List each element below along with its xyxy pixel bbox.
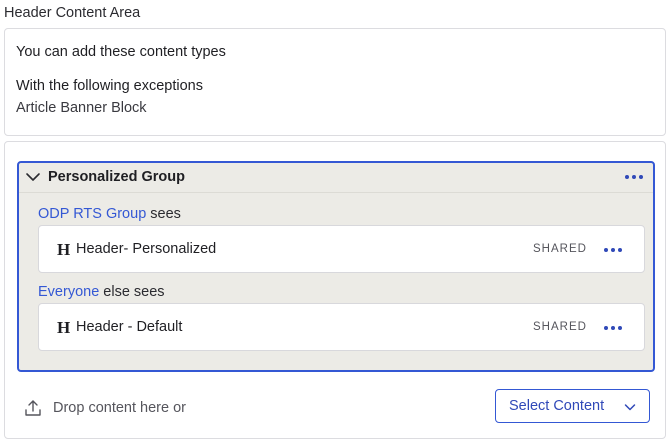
personalized-group[interactable]: Personalized Group ODP RTS Group sees H … [17, 161, 655, 372]
personalized-group-header[interactable]: Personalized Group [19, 163, 653, 193]
drop-zone-text: Drop content here or [53, 400, 186, 416]
block-name: Header - Default [76, 319, 183, 335]
content-type-info-card: You can add these content types With the… [4, 28, 666, 136]
header-block-icon: H [57, 318, 71, 337]
audience-link[interactable]: ODP RTS Group [38, 206, 146, 222]
chevron-down-icon [624, 404, 636, 411]
chevron-down-icon[interactable] [25, 169, 41, 185]
block-more-options-icon[interactable] [604, 326, 622, 330]
drop-zone[interactable]: Drop content here or [23, 396, 186, 420]
audience-rule: ODP RTS Group sees [38, 206, 181, 222]
audience-suffix: else sees [99, 284, 165, 300]
content-area-body: Personalized Group ODP RTS Group sees H … [4, 141, 666, 439]
block-name: Header- Personalized [76, 241, 217, 257]
block-more-options-icon[interactable] [604, 248, 622, 252]
header-block-icon: H [57, 240, 71, 259]
select-content-button[interactable]: Select Content [495, 389, 650, 423]
exception-item: Article Banner Block [16, 100, 147, 116]
content-area-title: Header Content Area [4, 5, 141, 21]
shared-badge: SHARED [533, 321, 587, 333]
audience-suffix: sees [146, 206, 181, 222]
audience-link[interactable]: Everyone [38, 284, 99, 300]
audience-rule: Everyone else sees [38, 284, 165, 300]
group-more-options-icon[interactable] [625, 175, 643, 179]
allowed-types-heading: You can add these content types [16, 44, 226, 60]
select-content-label: Select Content [509, 398, 605, 414]
content-block-card[interactable]: H Header - Default SHARED [38, 303, 645, 351]
exceptions-heading: With the following exceptions [16, 78, 203, 94]
content-block-card[interactable]: H Header- Personalized SHARED [38, 225, 645, 273]
upload-icon [25, 400, 41, 416]
shared-badge: SHARED [533, 243, 587, 255]
group-title: Personalized Group [48, 169, 185, 185]
